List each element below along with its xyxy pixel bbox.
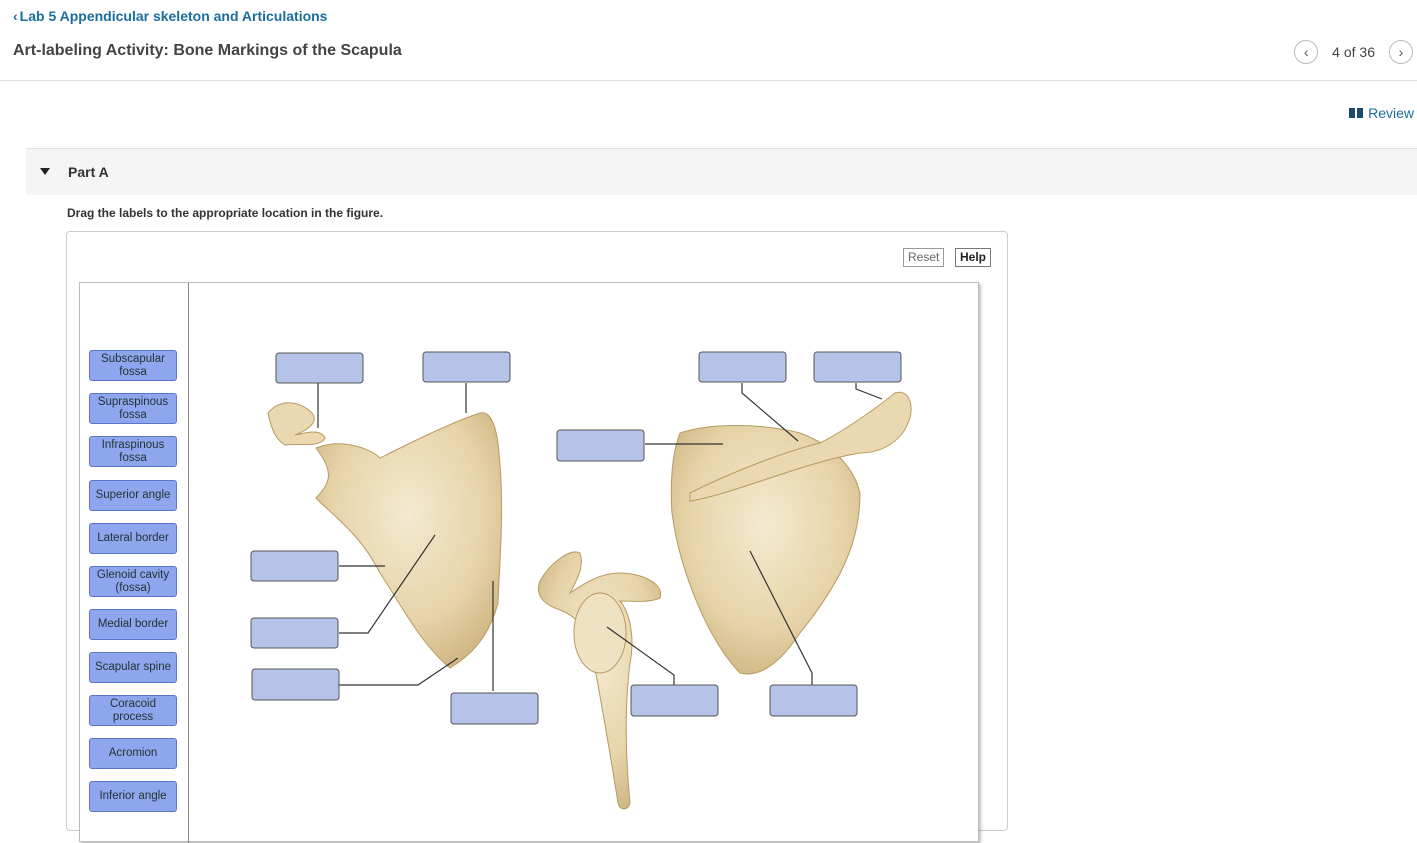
- labeling-board: Subscapular fossa Supraspinous fossa Inf…: [79, 282, 979, 843]
- activity-container: Reset Help Subscapular fossa Supraspinou…: [66, 231, 1008, 843]
- drop-target-11[interactable]: [769, 684, 858, 717]
- chevron-left-icon: ‹: [1303, 44, 1309, 60]
- review-link[interactable]: Review: [1349, 105, 1414, 121]
- drop-target-9[interactable]: [450, 692, 539, 725]
- drop-target-5[interactable]: [556, 429, 645, 462]
- drop-target-3[interactable]: [698, 351, 787, 383]
- help-button[interactable]: Help: [955, 248, 992, 267]
- chevron-left-icon: ‹: [13, 8, 18, 24]
- drop-target-2[interactable]: [422, 351, 511, 383]
- instruction-text: Drag the labels to the appropriate locat…: [67, 206, 384, 220]
- next-item-button[interactable]: ›: [1389, 40, 1413, 64]
- pager-position: 4 of 36: [1332, 44, 1375, 60]
- collapse-triangle-icon[interactable]: [40, 168, 50, 175]
- pager: ‹ 4 of 36 ›: [1294, 40, 1413, 64]
- drop-target-8[interactable]: [251, 668, 340, 701]
- breadcrumb-label: Lab 5 Appendicular skeleton and Articula…: [19, 8, 328, 24]
- leader-line: [339, 657, 459, 686]
- previous-item-button[interactable]: ‹: [1294, 40, 1319, 64]
- page-title: Art-labeling Activity: Bone Markings of …: [13, 42, 402, 59]
- breadcrumb-back-link[interactable]: ‹ Lab 5 Appendicular skeleton and Articu…: [13, 8, 327, 24]
- chevron-right-icon: ›: [1398, 44, 1404, 60]
- scapula-figure: [250, 351, 912, 810]
- drop-target-6[interactable]: [250, 550, 339, 582]
- drop-target-10[interactable]: [630, 684, 719, 717]
- leader-line: [855, 383, 883, 400]
- part-a-header: Part A: [26, 148, 1417, 195]
- book-icon: [1349, 108, 1364, 118]
- review-label: Review: [1368, 105, 1414, 121]
- drop-target-4[interactable]: [813, 351, 902, 383]
- part-title: Part A: [68, 164, 109, 180]
- header-divider: [0, 80, 1417, 81]
- scapula-lateral-view: [537, 551, 662, 810]
- reset-button[interactable]: Reset: [903, 248, 945, 267]
- drop-target-7[interactable]: [250, 617, 339, 649]
- drop-target-1[interactable]: [275, 352, 364, 384]
